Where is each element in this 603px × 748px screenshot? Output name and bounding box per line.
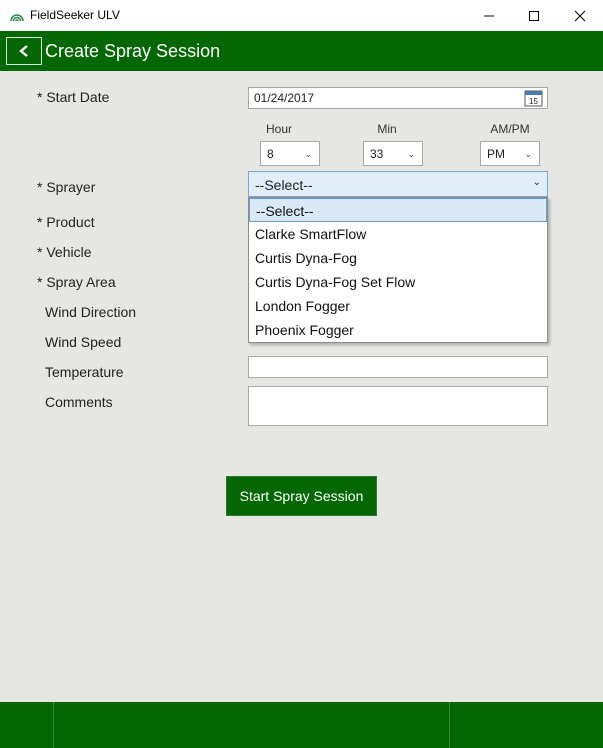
sprayer-option[interactable]: Phoenix Fogger — [249, 318, 547, 342]
sprayer-option[interactable]: Clarke SmartFlow — [249, 222, 547, 246]
product-label: * Product — [37, 214, 95, 230]
temperature-label: Temperature — [45, 364, 124, 380]
sprayer-dropdown-list: --Select-- Clarke SmartFlow Curtis Dyna-… — [248, 197, 548, 343]
maximize-button[interactable] — [511, 0, 557, 31]
start-date-label: * Start Date — [37, 89, 110, 105]
chevron-down-icon: ⌄ — [304, 149, 312, 159]
start-date-value: 01/24/2017 — [254, 91, 315, 105]
spray-area-label: * Spray Area — [37, 274, 116, 290]
page-title: Create Spray Session — [45, 41, 221, 61]
min-select[interactable]: 33 ⌄ — [363, 141, 423, 166]
footer-bar — [0, 702, 603, 748]
temperature-input[interactable] — [248, 356, 548, 378]
chevron-left-icon — [19, 45, 28, 57]
close-icon — [574, 10, 586, 21]
sprayer-value: --Select-- — [255, 177, 313, 193]
hour-label: Hour — [265, 122, 292, 136]
calendar-icon[interactable]: 15 — [524, 89, 543, 107]
window-title: FieldSeeker ULV — [30, 8, 120, 22]
back-button[interactable] — [6, 37, 42, 65]
sprayer-option[interactable]: Curtis Dyna-Fog — [249, 246, 547, 270]
chevron-down-icon: ⌄ — [407, 149, 415, 159]
min-label: Min — [377, 122, 397, 136]
minimize-button[interactable] — [466, 0, 512, 31]
chevron-down-icon: ⌄ — [532, 177, 541, 188]
footer-divider — [449, 702, 450, 748]
vehicle-label: * Vehicle — [37, 244, 92, 260]
ampm-select[interactable]: PM ⌄ — [480, 141, 540, 166]
sprayer-select[interactable]: --Select-- ⌄ — [248, 171, 548, 197]
sprayer-label: * Sprayer — [37, 179, 96, 195]
footer-divider — [53, 702, 54, 748]
window-titlebar: FieldSeeker ULV — [0, 0, 603, 31]
start-spray-session-button[interactable]: Start Spray Session — [226, 476, 377, 516]
start-date-field[interactable]: 01/24/2017 15 — [248, 87, 548, 109]
maximize-icon — [529, 10, 539, 21]
hour-value: 8 — [267, 147, 274, 161]
wind-direction-label: Wind Direction — [45, 304, 137, 320]
calendar-day-text: 15 — [529, 97, 538, 106]
sprayer-option[interactable]: --Select-- — [249, 198, 547, 222]
sprayer-option[interactable]: London Fogger — [249, 294, 547, 318]
fieldseeker-logo-icon — [10, 14, 24, 22]
sprayer-option[interactable]: Curtis Dyna-Fog Set Flow — [249, 270, 547, 294]
ampm-label: AM/PM — [490, 122, 530, 136]
wind-speed-label: Wind Speed — [45, 334, 122, 350]
hour-select[interactable]: 8 ⌄ — [260, 141, 320, 166]
minimize-icon — [484, 15, 494, 16]
chevron-down-icon: ⌄ — [524, 149, 532, 159]
ampm-value: PM — [487, 147, 505, 161]
min-value: 33 — [370, 147, 384, 161]
comments-label: Comments — [45, 394, 113, 410]
close-button[interactable] — [557, 0, 603, 31]
page-header: Create Spray Session — [0, 31, 603, 71]
comments-input[interactable] — [248, 386, 548, 426]
